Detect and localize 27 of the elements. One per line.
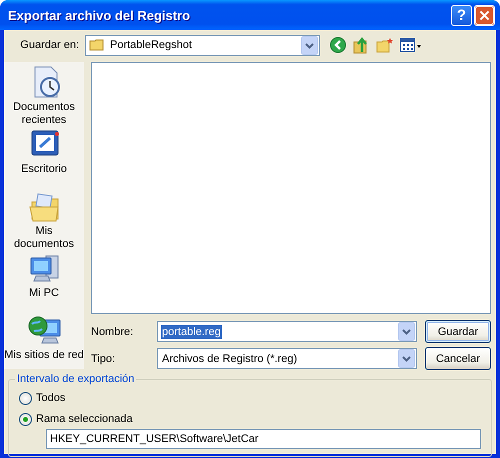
cancel-button[interactable]: Cancelar (425, 347, 491, 370)
new-folder-icon[interactable] (376, 37, 394, 53)
places-item[interactable]: Mi PC (4, 250, 84, 311)
places-item[interactable]: Documentos recientes (4, 64, 84, 125)
folder-icon (89, 38, 105, 52)
places-item[interactable]: Mis sitios de red (4, 312, 84, 373)
group-title: Intervalo de exportación (16, 373, 136, 385)
back-icon[interactable] (330, 37, 346, 53)
radio-button[interactable] (19, 412, 32, 426)
file-type-label: Tipo: (91, 352, 116, 364)
radio-label[interactable]: Todos (36, 392, 66, 404)
file-name-label: Nombre: (91, 326, 134, 338)
folder-combo[interactable]: PortableRegshot (85, 34, 320, 56)
radio-button[interactable] (19, 392, 32, 404)
places-item[interactable]: Escritorio (4, 126, 84, 187)
file-name-combo[interactable]: portable.reg (157, 321, 417, 342)
close-icon[interactable] (474, 4, 495, 26)
window-title: Exportar archivo del Registro (8, 8, 192, 22)
places-item[interactable]: Mis documentos (4, 188, 84, 249)
branch-field[interactable]: HKEY_CURRENT_USER\Software\JetCar (46, 429, 481, 449)
file-type-combo[interactable]: Archivos de Registro (*.reg) (157, 348, 417, 369)
save-in-label: Guardar en: (19, 39, 80, 51)
view-menu-icon[interactable] (400, 37, 422, 53)
save-button[interactable]: Guardar (425, 320, 491, 343)
up-folder-icon[interactable] (352, 36, 370, 54)
help-button[interactable]: ? (451, 4, 472, 26)
radio-label[interactable]: Rama seleccionada (36, 413, 133, 425)
